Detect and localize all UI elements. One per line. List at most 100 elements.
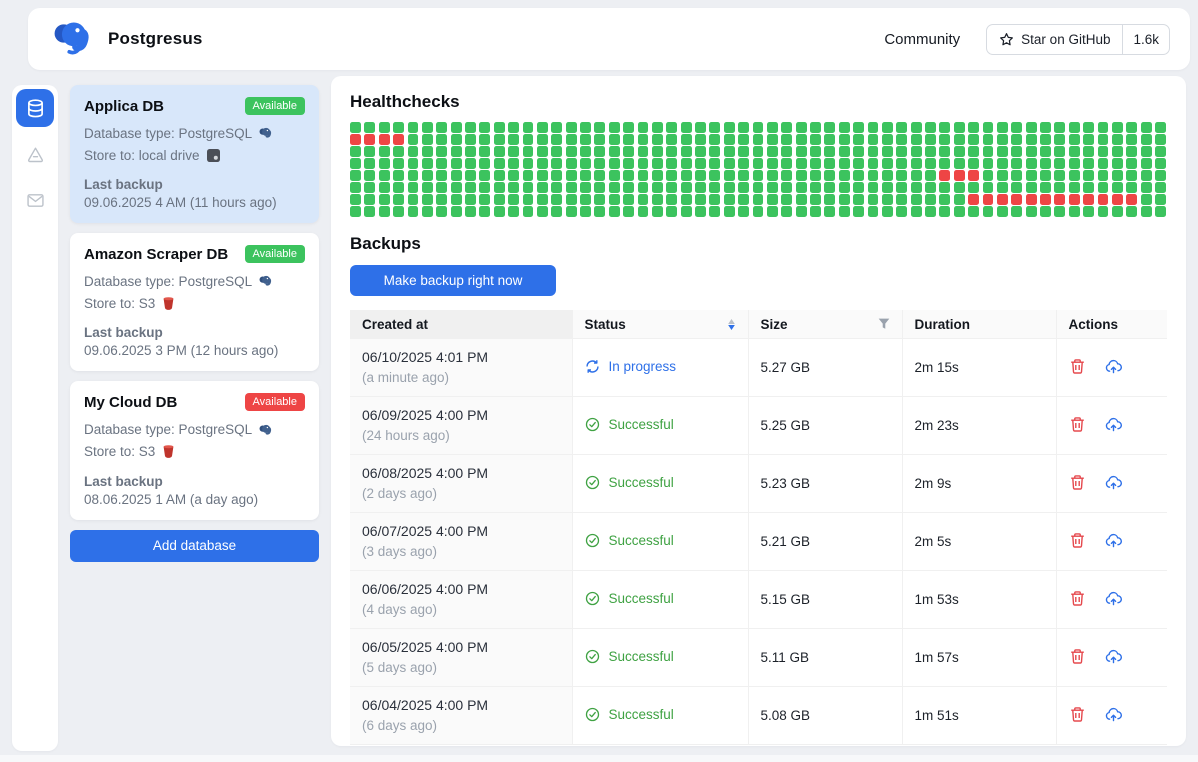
healthcheck-cell (853, 158, 864, 169)
healthcheck-cell (666, 158, 677, 169)
database-card[interactable]: My Cloud DB Available Database type: Pos… (70, 381, 319, 519)
healthcheck-cell (853, 146, 864, 157)
healthcheck-cell (724, 194, 735, 205)
healthcheck-cell (753, 182, 764, 193)
upload-backup-button[interactable] (1105, 416, 1122, 433)
postgresql-elephant-icon (258, 423, 273, 438)
delete-backup-button[interactable] (1069, 706, 1086, 723)
store-label: Store to: S3 (84, 441, 155, 463)
healthcheck-cell (796, 206, 807, 217)
healthcheck-cell (1040, 122, 1051, 133)
add-database-button[interactable]: Add database (70, 530, 319, 562)
upload-backup-button[interactable] (1105, 474, 1122, 491)
healthcheck-cell (479, 170, 490, 181)
backup-status-label: Successful (609, 475, 674, 490)
s3-icon (161, 444, 176, 459)
upload-backup-button[interactable] (1105, 358, 1122, 375)
trash-icon (1069, 532, 1086, 549)
healthcheck-cell (839, 134, 850, 145)
healthcheck-cell (494, 182, 505, 193)
healthcheck-cell (1069, 122, 1080, 133)
healthcheck-cell (566, 158, 577, 169)
delete-backup-button[interactable] (1069, 648, 1086, 665)
upload-backup-button[interactable] (1105, 706, 1122, 723)
database-card[interactable]: Applica DB Available Database type: Post… (70, 85, 319, 223)
healthcheck-cell (523, 134, 534, 145)
delete-backup-button[interactable] (1069, 416, 1086, 433)
mail-icon (25, 190, 46, 211)
column-header-created-at[interactable]: Created at (350, 310, 572, 339)
healthcheck-cell (968, 134, 979, 145)
healthcheck-cell (767, 194, 778, 205)
table-row: 06/04/2025 4:00 PM (6 days ago) (350, 687, 1167, 745)
upload-backup-button[interactable] (1105, 532, 1122, 549)
healthcheck-cell (1011, 158, 1022, 169)
healthcheck-cell (494, 194, 505, 205)
delete-backup-button[interactable] (1069, 590, 1086, 607)
healthcheck-cell (465, 134, 476, 145)
github-star-button[interactable]: Star on GitHub 1.6k (986, 24, 1170, 55)
healthcheck-cell (364, 158, 375, 169)
app-logo-elephant-icon (50, 17, 94, 61)
healthcheck-cell (1026, 206, 1037, 217)
healthcheck-cell (379, 146, 390, 157)
healthcheck-cell (738, 194, 749, 205)
healthcheck-cell (939, 182, 950, 193)
sort-carets-icon[interactable] (727, 319, 736, 330)
healthcheck-cell (479, 146, 490, 157)
sidebar-item-storage[interactable] (16, 135, 54, 173)
community-link[interactable]: Community (884, 31, 960, 48)
healthcheck-cell (638, 170, 649, 181)
healthcheck-cell (1126, 182, 1137, 193)
healthcheck-cell (753, 170, 764, 181)
healthcheck-cell (580, 170, 591, 181)
delete-backup-button[interactable] (1069, 358, 1086, 375)
last-backup-value: 09.06.2025 3 PM (12 hours ago) (84, 343, 305, 358)
sidebar-item-notifications[interactable] (16, 181, 54, 219)
healthcheck-cell (537, 206, 548, 217)
healthcheck-cell (681, 206, 692, 217)
healthcheck-cell (551, 134, 562, 145)
healthcheck-cell (408, 182, 419, 193)
backup-duration: 2m 23s (902, 397, 1056, 455)
make-backup-button[interactable]: Make backup right now (350, 265, 556, 296)
healthcheck-cell (810, 170, 821, 181)
healthcheck-cell (393, 134, 404, 145)
healthcheck-cell (954, 206, 965, 217)
healthcheck-cell (537, 182, 548, 193)
healthcheck-cell (623, 206, 634, 217)
filter-funnel-icon[interactable] (878, 318, 890, 330)
healthcheck-cell (422, 122, 433, 133)
healthcheck-cell (364, 170, 375, 181)
delete-backup-button[interactable] (1069, 474, 1086, 491)
healthcheck-cell (1054, 170, 1065, 181)
database-icon (25, 98, 46, 119)
backup-created-ago: (3 days ago) (362, 542, 560, 562)
brand: Postgresus (50, 17, 203, 61)
healthcheck-cell (911, 194, 922, 205)
healthcheck-cell (695, 122, 706, 133)
database-card[interactable]: Amazon Scraper DB Available Database typ… (70, 233, 319, 371)
healthcheck-cell (824, 182, 835, 193)
column-header-status[interactable]: Status (572, 310, 748, 339)
github-star-count: 1.6k (1122, 25, 1169, 54)
sidebar-item-databases[interactable] (16, 89, 54, 127)
healthcheck-cell (551, 194, 562, 205)
healthcheck-cell (824, 206, 835, 217)
upload-backup-button[interactable] (1105, 648, 1122, 665)
column-header-size: Size (748, 310, 902, 339)
healthcheck-cell (451, 122, 462, 133)
healthcheck-cell (451, 206, 462, 217)
healthcheck-cell (364, 182, 375, 193)
delete-backup-button[interactable] (1069, 532, 1086, 549)
healthcheck-cell (580, 194, 591, 205)
cloud-upload-icon (1105, 532, 1122, 549)
healthcheck-cell (523, 170, 534, 181)
healthcheck-cell (436, 194, 447, 205)
healthcheck-cell (925, 134, 936, 145)
healthcheck-cell (580, 122, 591, 133)
healthcheck-cell (465, 182, 476, 193)
healthcheck-cell (364, 122, 375, 133)
backup-status: Successful (585, 533, 674, 548)
upload-backup-button[interactable] (1105, 590, 1122, 607)
